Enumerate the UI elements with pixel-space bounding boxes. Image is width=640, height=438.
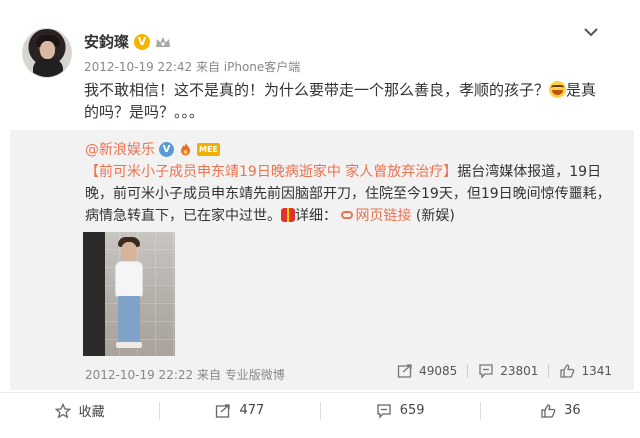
- comment-button[interactable]: 659: [321, 403, 480, 419]
- comment-icon: [377, 403, 391, 419]
- detail-label: 详细：: [295, 208, 337, 224]
- repost-text: 【前可米小子成员申东靖19日晚病逝家中 家人曾放弃治疗】据台湾媒体报道，19日晚…: [85, 161, 615, 227]
- verified-badge-icon: V: [134, 33, 151, 50]
- verified-blue-icon: V: [159, 141, 174, 157]
- favorite-label: 收藏: [78, 405, 105, 420]
- link-icon: [341, 211, 354, 219]
- comment-count-item[interactable]: 23801: [468, 363, 548, 379]
- repost-count-item[interactable]: 49085: [387, 363, 467, 379]
- chevron-down-icon[interactable]: [583, 26, 599, 38]
- member-badge: MEE: [197, 142, 220, 156]
- repost-button-count: 477: [239, 403, 265, 418]
- share-icon: [216, 403, 231, 418]
- like-button-count: 36: [564, 403, 581, 418]
- post-meta: 2012-10-19 22:42 来自 iPhone客户端: [84, 60, 301, 74]
- repost-meta: 2012-10-19 22:22 来自 专业版微博: [85, 368, 285, 382]
- repost-author-name[interactable]: @新浪娱乐: [85, 139, 155, 159]
- favorite-button[interactable]: 收藏: [0, 401, 159, 420]
- like-count: 1341: [581, 364, 612, 378]
- comment-icon: [479, 364, 493, 379]
- thumbs-up-icon: [541, 403, 556, 418]
- web-link-label[interactable]: 网页链接: [355, 208, 411, 224]
- author-avatar[interactable]: [22, 28, 72, 78]
- repost-card: @新浪娱乐 V MEE 【前可米小子成员申东靖19日晚病逝家中 家人曾放弃治疗】…: [10, 130, 634, 390]
- crown-icon: [156, 36, 171, 47]
- repost-button[interactable]: 477: [160, 403, 319, 419]
- comment-count: 23801: [500, 364, 539, 378]
- post-text-part-1: 我不敢相信！这不是真的！为什么要带走一个那么善良，孝顺的孩子？: [84, 81, 550, 99]
- post-action-bar: 收藏 477 659 36: [0, 392, 640, 428]
- news-photo[interactable]: [83, 232, 175, 356]
- repost-source: (新娱): [415, 208, 455, 224]
- author-header: 安鈞璨 V: [84, 31, 171, 52]
- web-link[interactable]: 网页链接: [341, 208, 411, 224]
- repost-stats: 49085 23801 1341: [387, 363, 622, 379]
- comment-button-count: 659: [399, 403, 425, 418]
- repost-author-header: @新浪娱乐 V MEE: [85, 139, 220, 159]
- star-icon: [54, 402, 71, 419]
- crying-emoji-icon: [549, 81, 567, 98]
- gift-icon: [281, 208, 295, 222]
- share-icon: [397, 364, 412, 378]
- like-count-item[interactable]: 1341: [549, 363, 622, 379]
- repost-count: 49085: [419, 364, 458, 378]
- author-name[interactable]: 安鈞璨: [84, 31, 129, 52]
- repost-headline[interactable]: 【前可米小子成员申东靖19日晚病逝家中 家人曾放弃治疗】: [85, 164, 457, 180]
- thumbs-up-icon: [560, 364, 575, 378]
- post-text: 我不敢相信！这不是真的！为什么要带走一个那么善良，孝顺的孩子？ 是真的吗？是吗？。…: [84, 79, 604, 123]
- fire-icon: [181, 142, 190, 155]
- like-button[interactable]: 36: [481, 403, 640, 419]
